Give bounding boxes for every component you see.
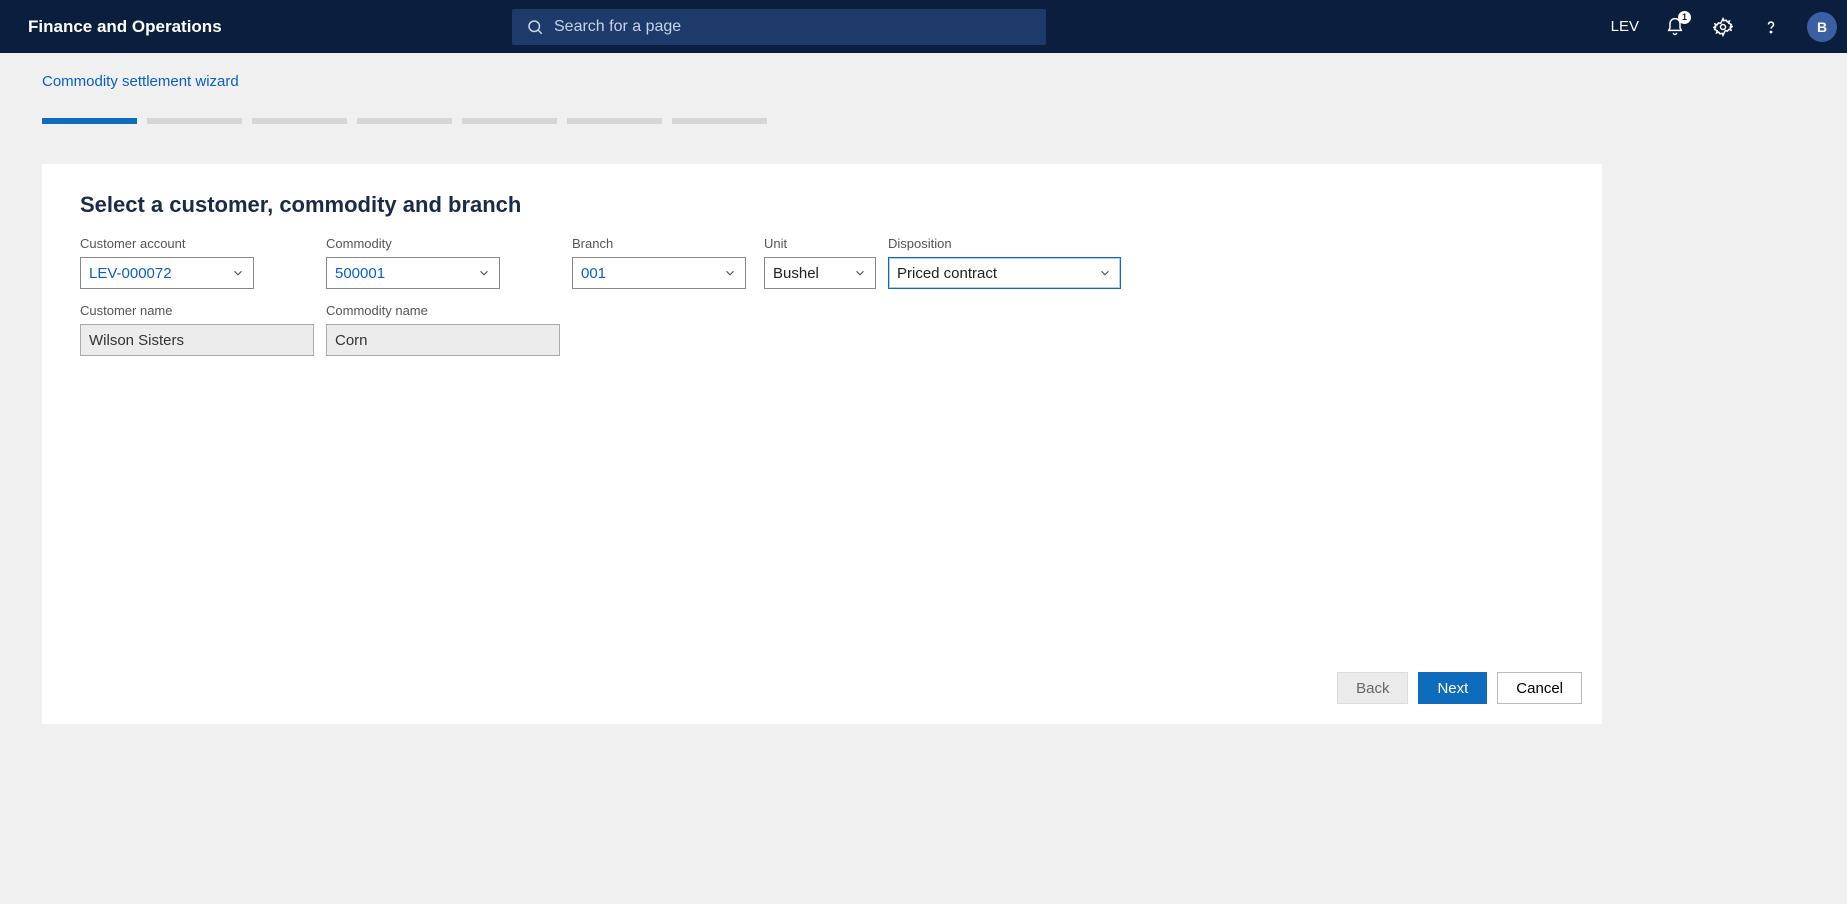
back-button: Back	[1337, 672, 1408, 704]
field-disposition: Disposition Priced contract	[888, 236, 1121, 289]
search-placeholder: Search for a page	[554, 18, 681, 36]
field-row-2: Customer name Wilson Sisters Commodity n…	[80, 303, 1564, 356]
breadcrumb[interactable]: Commodity settlement wizard	[42, 73, 1847, 90]
branch-select[interactable]: 001	[572, 257, 746, 289]
progress-step-5	[462, 118, 557, 124]
environment-label: LEV	[1611, 18, 1639, 35]
customer-account-label: Customer account	[80, 236, 254, 251]
commodity-name-readonly: Corn	[326, 324, 560, 356]
disposition-value: Priced contract	[897, 265, 1098, 282]
commodity-select[interactable]: 500001	[326, 257, 500, 289]
progress-step-6	[567, 118, 662, 124]
branch-value: 001	[581, 265, 723, 282]
avatar[interactable]: B	[1807, 12, 1837, 42]
disposition-select[interactable]: Priced contract	[888, 257, 1121, 289]
progress-step-7	[672, 118, 767, 124]
unit-select[interactable]: Bushel	[764, 257, 876, 289]
top-bar: Finance and Operations Search for a page…	[0, 0, 1847, 53]
commodity-name-label: Commodity name	[326, 303, 560, 318]
app-title: Finance and Operations	[28, 17, 222, 37]
search-icon	[526, 18, 544, 36]
chevron-down-icon	[477, 266, 491, 280]
field-unit: Unit Bushel	[764, 236, 876, 289]
search-input[interactable]: Search for a page	[512, 9, 1046, 45]
next-button[interactable]: Next	[1418, 672, 1487, 704]
help-button[interactable]	[1759, 15, 1783, 39]
wizard-footer: Back Next Cancel	[1337, 672, 1582, 704]
customer-account-value: LEV-000072	[89, 265, 231, 282]
branch-label: Branch	[572, 236, 746, 251]
unit-value: Bushel	[773, 265, 853, 282]
settings-button[interactable]	[1711, 15, 1735, 39]
notification-badge: 1	[1678, 11, 1691, 24]
disposition-label: Disposition	[888, 236, 1121, 251]
progress-step-3	[252, 118, 347, 124]
field-branch: Branch 001	[572, 236, 746, 289]
field-commodity-name: Commodity name Corn	[326, 303, 560, 356]
field-commodity: Commodity 500001	[326, 236, 500, 289]
chevron-down-icon	[723, 266, 737, 280]
progress-step-1	[42, 118, 137, 124]
notifications-button[interactable]: 1	[1663, 15, 1687, 39]
field-row-1: Customer account LEV-000072 Commodity 50…	[80, 236, 1564, 289]
topbar-right: LEV 1 B	[1611, 12, 1819, 42]
field-customer-name: Customer name Wilson Sisters	[80, 303, 314, 356]
field-customer-account: Customer account LEV-000072	[80, 236, 254, 289]
gear-icon	[1713, 17, 1733, 37]
page-body: Commodity settlement wizard Select a cus…	[0, 53, 1847, 724]
card-title: Select a customer, commodity and branch	[80, 192, 1564, 218]
progress-step-2	[147, 118, 242, 124]
chevron-down-icon	[853, 266, 867, 280]
unit-label: Unit	[764, 236, 876, 251]
wizard-card: Select a customer, commodity and branch …	[42, 164, 1602, 724]
customer-account-select[interactable]: LEV-000072	[80, 257, 254, 289]
question-icon	[1761, 17, 1781, 37]
customer-name-label: Customer name	[80, 303, 314, 318]
commodity-label: Commodity	[326, 236, 500, 251]
progress-indicator	[42, 118, 1847, 124]
progress-step-4	[357, 118, 452, 124]
customer-name-readonly: Wilson Sisters	[80, 324, 314, 356]
commodity-value: 500001	[335, 265, 477, 282]
chevron-down-icon	[1098, 266, 1112, 280]
search-container: Search for a page	[512, 9, 1046, 45]
cancel-button[interactable]: Cancel	[1497, 672, 1582, 704]
chevron-down-icon	[231, 266, 245, 280]
